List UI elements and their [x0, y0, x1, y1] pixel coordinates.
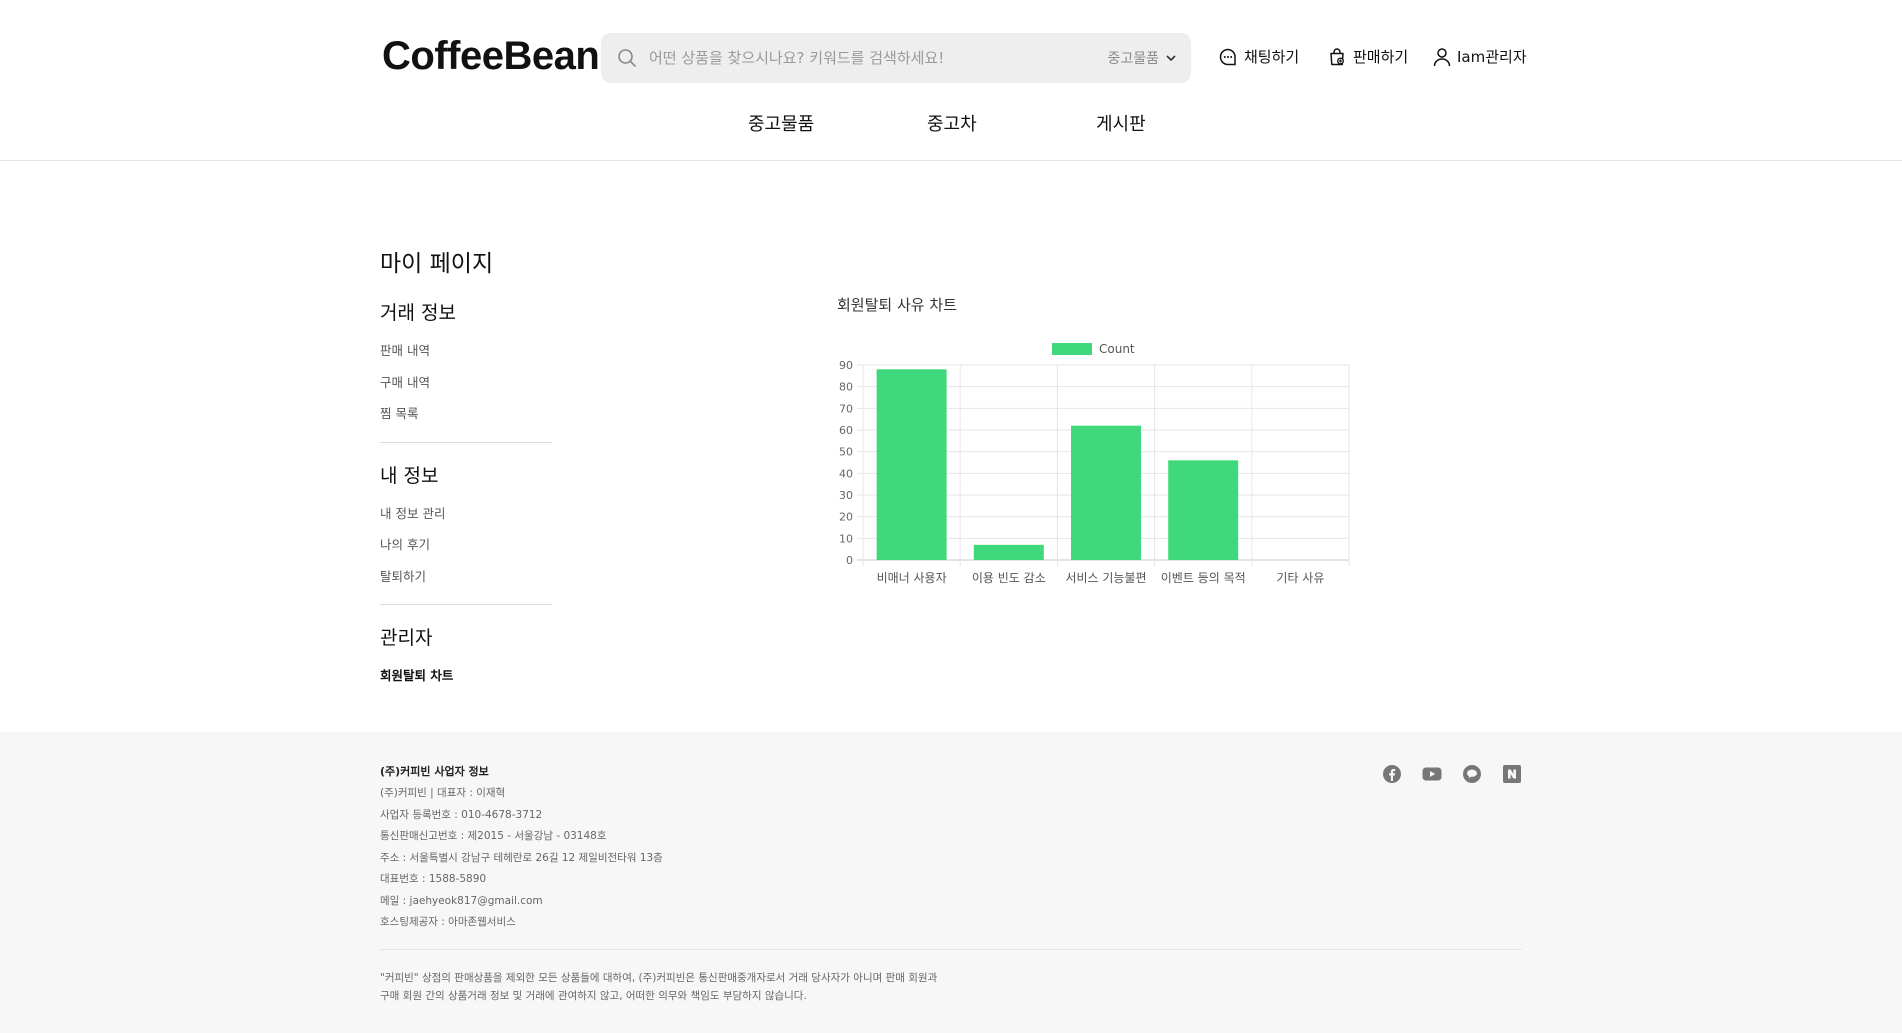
sidebar-item-sales-history[interactable]: 판매 내역 — [380, 340, 430, 359]
y-tick-label: 20 — [839, 511, 853, 524]
sidebar-item-my-info[interactable]: 내 정보 관리 — [380, 503, 445, 522]
y-tick-label: 60 — [839, 424, 853, 437]
y-tick-label: 80 — [839, 381, 853, 394]
bar — [1168, 460, 1239, 560]
legend-swatch — [1052, 343, 1092, 355]
footer-title: (주)커피빈 사업자 정보 — [380, 765, 489, 778]
footer — [0, 732, 1902, 1033]
sell-link[interactable]: 판매하기 — [1327, 46, 1408, 67]
x-tick-label: 이용 빈도 감소 — [972, 571, 1046, 585]
section-title-my-info: 내 정보 — [380, 465, 439, 487]
chat-label: 채팅하기 — [1244, 48, 1300, 66]
search-category-label: 중고물품 — [1107, 51, 1159, 67]
footer-disclaimer-line: "커피빈" 상점의 판매상품을 제외한 모든 상품들에 대하여, (주)커피빈은… — [380, 972, 938, 984]
chat-link[interactable]: 채팅하기 — [1218, 46, 1299, 67]
search-input[interactable] — [647, 48, 1108, 68]
facebook-icon[interactable] — [1382, 764, 1402, 784]
footer-disclaimer-line: 구매 회원 간의 상품거래 정보 및 거래에 관여하지 않고, 어떠한 의무와 … — [380, 990, 807, 1002]
x-tick-label: 이벤트 등의 목적 — [1161, 571, 1246, 585]
bar — [973, 544, 1044, 560]
footer-info-line: 메일 : jaehyeok817@gmail.com — [380, 895, 543, 907]
y-tick-label: 10 — [839, 532, 853, 545]
sidebar-item-withdraw[interactable]: 탈퇴하기 — [380, 566, 426, 585]
sidebar-item-purchase-history[interactable]: 구매 내역 — [380, 372, 430, 391]
naver-icon[interactable] — [1502, 764, 1522, 784]
y-tick-label: 90 — [839, 359, 853, 372]
nav-item-used-cars[interactable]: 중고차 — [927, 110, 977, 136]
footer-info-line: 주소 : 서울특별시 강남구 테헤란로 26길 12 제일비전타워 13층 — [380, 852, 663, 864]
section-title-admin: 관리자 — [380, 627, 433, 649]
y-tick-label: 50 — [839, 446, 853, 459]
nav-item-used-goods[interactable]: 중고물품 — [748, 110, 814, 136]
shopping-bag-icon — [1330, 47, 1344, 65]
section-title-trade: 거래 정보 — [380, 302, 456, 324]
search-category-select[interactable]: 중고물품 — [1107, 48, 1177, 68]
sidebar-item-wishlist[interactable]: 찜 목록 — [380, 403, 418, 422]
chart-title: 회원탈퇴 사유 차트 — [837, 296, 957, 314]
search-bar[interactable]: 중고물품 — [601, 33, 1191, 83]
y-tick-label: 70 — [839, 402, 853, 415]
y-tick-label: 30 — [839, 489, 853, 502]
sidebar-item-withdrawal-chart[interactable]: 회원탈퇴 차트 — [380, 665, 453, 684]
main-nav: 중고물품 중고차 게시판 — [0, 110, 1902, 138]
user-menu[interactable]: Iam관리자 — [1433, 46, 1527, 67]
y-tick-label: 0 — [846, 554, 853, 567]
footer-info-line: 사업자 등록번호 : 010-4678-3712 — [380, 809, 543, 821]
footer-info-line: 대표번호 : 1588-5890 — [380, 873, 487, 885]
sidebar-divider — [380, 442, 552, 443]
logo[interactable]: CoffeeBean — [382, 34, 600, 79]
footer-info-line: (주)커피빈 | 대표자 : 이재혁 — [380, 787, 506, 799]
sidebar-divider — [380, 604, 552, 605]
chevron-down-icon — [1166, 55, 1176, 62]
header: CoffeeBean 중고물품 채팅하기 판매하기 — [0, 0, 1902, 161]
bar — [1071, 425, 1141, 560]
page-title: 마이 페이지 — [380, 251, 494, 277]
footer-divider — [380, 949, 1522, 950]
youtube-icon[interactable] — [1422, 764, 1442, 784]
legend-label: Count — [1099, 342, 1135, 356]
footer-info-line: 통신판매신고번호 : 제2015 - 서울강남 - 03148호 — [380, 830, 607, 842]
x-tick-label: 서비스 기능불편 — [1065, 571, 1146, 585]
footer-info-line: 호스팅제공자 : 아마존웹서비스 — [380, 916, 516, 928]
x-tick-label: 비매너 사용자 — [877, 571, 947, 585]
withdrawal-reason-chart: 0 10 20 30 40 50 60 70 80 90 비매너 사용자 이용 빈도 감소 서비스 기능… — [839, 342, 1350, 585]
bar — [876, 369, 947, 560]
user-icon — [1433, 47, 1451, 66]
kakao-icon[interactable] — [1462, 764, 1482, 784]
search-icon — [618, 49, 636, 67]
sidebar-item-my-reviews[interactable]: 나의 후기 — [380, 534, 430, 553]
sell-label: 판매하기 — [1353, 48, 1409, 66]
chat-icon — [1219, 48, 1236, 65]
user-label: Iam관리자 — [1457, 48, 1527, 66]
y-tick-label: 40 — [839, 467, 853, 480]
x-tick-label: 기타 사유 — [1276, 571, 1324, 585]
nav-item-board[interactable]: 게시판 — [1096, 110, 1146, 136]
